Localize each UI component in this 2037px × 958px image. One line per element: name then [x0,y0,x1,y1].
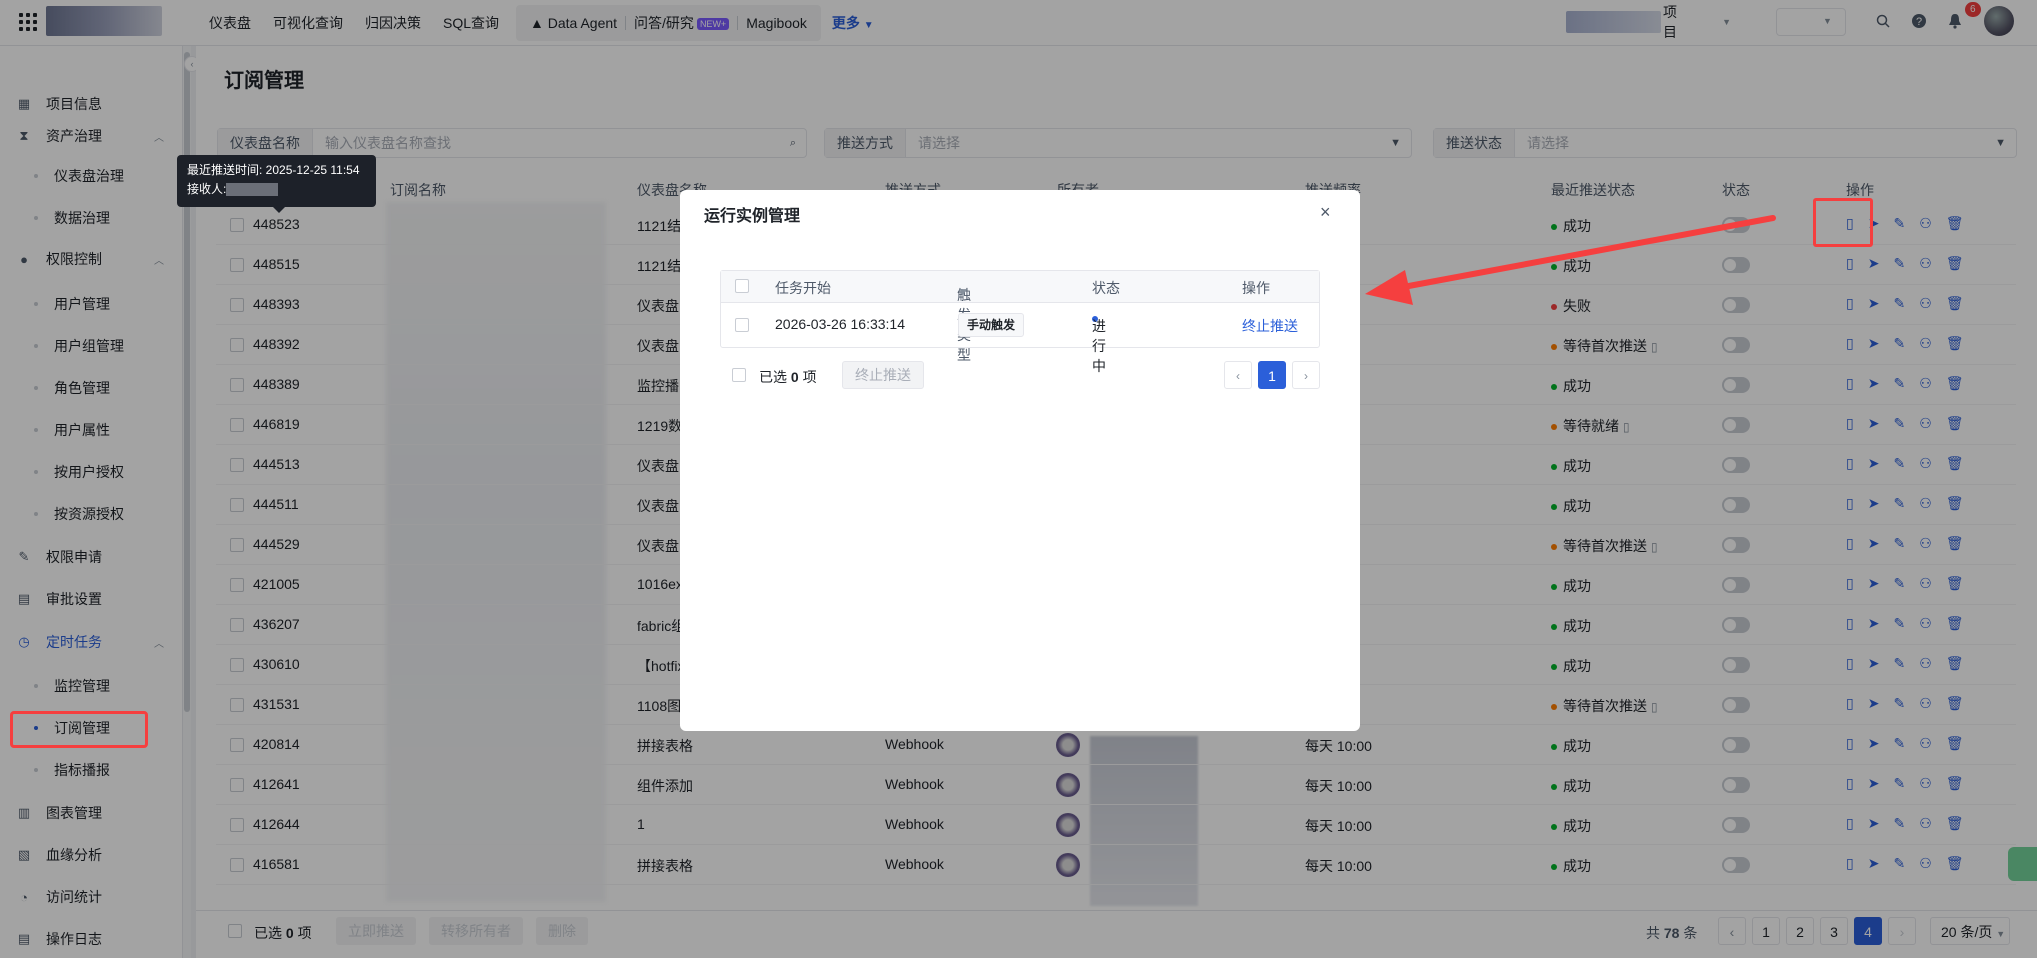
select-all-checkbox[interactable] [732,368,746,382]
selected-count: 已选 0 项 [759,367,817,387]
column-header: 操作 [1242,280,1270,296]
column-header: 任务开始 [775,280,831,296]
selected-prefix: 已选 [759,369,787,385]
selected-number: 0 [790,369,799,385]
stop-push-link[interactable]: 终止推送 [1242,316,1298,336]
instance-table: 任务开始 触发类型 ▼ 状态 操作 2026-03-26 16:33:14 手动… [720,270,1320,374]
row-checkbox[interactable] [735,318,749,332]
filter-icon[interactable]: ▼ [957,285,969,299]
modal-title: 运行实例管理 [704,208,801,225]
selected-suffix: 项 [802,369,817,385]
task-start-time: 2026-03-26 16:33:14 [775,316,905,332]
column-header: 状态 [1092,280,1120,296]
select-all-checkbox[interactable] [735,279,749,293]
instance-row: 2026-03-26 16:33:14 手动触发 进行中 终止推送 [721,303,1319,374]
close-icon[interactable]: × [1320,202,1331,223]
run-instance-modal: 运行实例管理 × 任务开始 触发类型 ▼ 状态 操作 2026-03-26 16… [680,190,1360,731]
page-1-button[interactable]: 1 [1258,361,1286,389]
next-page-button[interactable]: › [1292,361,1320,389]
instance-table-header: 任务开始 触发类型 ▼ 状态 操作 [721,271,1319,363]
stop-push-button[interactable]: 终止推送 [842,361,924,389]
modal-footer: 已选 0 项 终止推送 ‹ 1 › [720,361,1320,391]
prev-page-button[interactable]: ‹ [1224,361,1252,389]
trigger-type-tag: 手动触发 [958,313,1025,337]
